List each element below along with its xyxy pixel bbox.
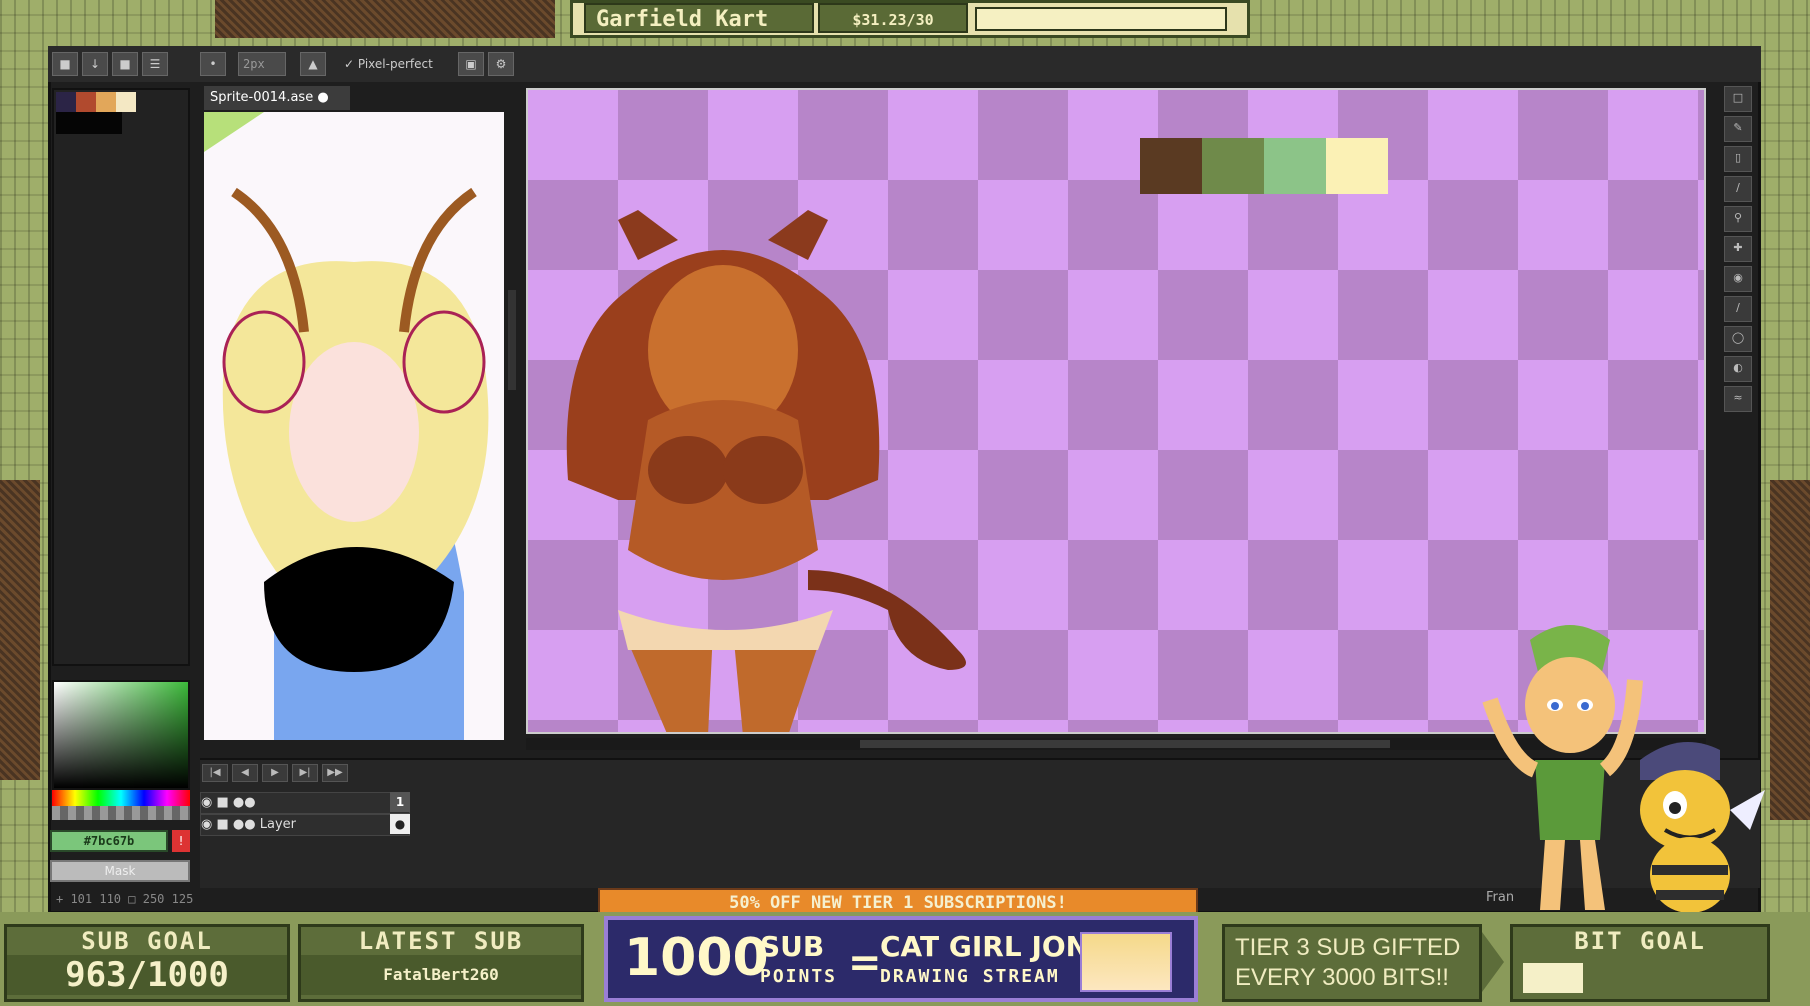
checkbox-icon: ✓ [344, 57, 358, 71]
warning-icon[interactable]: ! [172, 830, 190, 852]
line-tool-icon[interactable]: ∕ [1724, 296, 1752, 322]
reward-line-1: CAT GIRL JON [880, 930, 1090, 963]
layer-row[interactable]: ◉ ■ ●● Layer [200, 814, 410, 836]
last-frame-icon[interactable]: ▶▶ [322, 764, 348, 782]
tool-bar: □ ✎ ▯ ∕ ⚲ ✚ ◉ ∕ ◯ ◐ ≈ [1724, 86, 1752, 412]
eraser-tool-icon[interactable]: ▯ [1724, 146, 1752, 172]
bit-goal-box: BIT GOAL [1510, 924, 1770, 1002]
avatar-bee [1620, 730, 1770, 920]
marquee-tool-icon[interactable]: □ [1724, 86, 1752, 112]
points-sub-word: SUB [760, 930, 825, 963]
arrow-icon [1482, 932, 1504, 992]
points-number: 1000 [624, 928, 769, 988]
donation-amount: $31.23/30 [818, 3, 968, 33]
latest-sub-box: LATEST SUB FatalBert260 [298, 924, 584, 1002]
sub-goal-label: SUB GOAL [81, 927, 213, 955]
blur-tool-icon[interactable]: ≈ [1724, 386, 1752, 412]
status-size: 250 125 [142, 892, 194, 906]
frame-number[interactable]: 1 [390, 792, 410, 812]
donation-progress-bar [975, 7, 1227, 31]
hue-slider[interactable] [52, 790, 190, 806]
brush-size-input[interactable]: 2px [238, 52, 286, 76]
game-title: Garfield Kart [584, 3, 814, 33]
eyedropper-tool-icon[interactable]: ∕ [1724, 176, 1752, 202]
frame-cel[interactable]: ● [390, 814, 410, 834]
scrollbar-thumb[interactable] [860, 740, 1390, 748]
ellipse-tool-icon[interactable]: ◯ [1724, 326, 1752, 352]
avatar-thumbnail [1080, 932, 1172, 992]
lock-icon[interactable]: ■ [216, 817, 228, 832]
sub-goal-box: SUB GOAL 963/1000 [4, 924, 290, 1002]
palette-swatch[interactable] [56, 92, 76, 112]
layer-name: Layer [259, 817, 296, 832]
prev-frame-icon[interactable]: ◀ [232, 764, 258, 782]
pixel-perfect-toggle[interactable]: ✓ Pixel-perfect [344, 52, 433, 76]
play-icon[interactable]: ▶ [262, 764, 288, 782]
stop-icon[interactable]: ■ [112, 52, 138, 76]
latest-sub-label: LATEST SUB [358, 927, 524, 955]
palette-panel [52, 88, 190, 666]
frame-brick-top [215, 0, 555, 38]
palette-chip [1264, 138, 1326, 194]
move-tool-icon[interactable]: ✚ [1724, 236, 1752, 262]
mask-button[interactable]: Mask [50, 860, 190, 882]
first-frame-icon[interactable]: |◀ [202, 764, 228, 782]
color-picker[interactable] [52, 680, 190, 790]
onion-skin-icon[interactable]: ●● [233, 795, 256, 810]
down-arrow-icon[interactable]: ↓ [82, 52, 108, 76]
pixel-perfect-label: Pixel-perfect [357, 57, 433, 71]
frame-brick-right [1770, 480, 1810, 820]
pencil-tool-icon[interactable]: ✎ [1724, 116, 1752, 142]
eye-icon[interactable]: ◉ [201, 795, 212, 810]
points-word: POINTS [760, 966, 838, 987]
palette-chip [1326, 138, 1388, 194]
symmetry-icon[interactable]: ▣ [458, 52, 484, 76]
reward-line-2: DRAWING STREAM [880, 966, 1060, 987]
promo-banner: 50% OFF NEW TIER 1 SUBSCRIPTIONS! [598, 888, 1198, 914]
next-frame-icon[interactable]: ▶| [292, 764, 318, 782]
lock-icon[interactable]: ■ [52, 52, 78, 76]
gear-icon[interactable]: ⚙ [488, 52, 514, 76]
status-bar: + 101 110 □ 250 125 [56, 892, 194, 906]
hex-color-field[interactable]: #7bc67b [50, 830, 168, 852]
tier3-box: TIER 3 SUB GIFTED EVERY 3000 BITS!! [1222, 924, 1482, 1002]
contour-tool-icon[interactable]: ◐ [1724, 356, 1752, 382]
reference-image [204, 112, 504, 740]
status-coords: 101 110 [70, 892, 122, 906]
frame-brick-left [0, 480, 40, 780]
brush-shape-icon[interactable]: • [200, 52, 226, 76]
file-tab[interactable]: Sprite-0014.ase ● [204, 86, 350, 110]
sub-goal-value: 963/1000 [7, 955, 287, 995]
lock-icon[interactable]: ■ [216, 795, 228, 810]
alpha-slider[interactable] [52, 806, 190, 820]
palette-chip [1202, 138, 1264, 194]
bit-goal-label: BIT GOAL [1574, 927, 1706, 955]
eye-icon[interactable]: ◉ [201, 817, 212, 832]
palette-swatch[interactable] [76, 92, 96, 112]
reference-scrollbar[interactable] [508, 290, 516, 390]
tier3-line-1: TIER 3 SUB GIFTED [1235, 934, 1461, 961]
onion-skin-icon[interactable]: ●● [233, 817, 256, 832]
palette-chip [1140, 138, 1202, 194]
canvas-palette-strip [1140, 138, 1388, 194]
tier3-line-2: EVERY 3000 BITS!! [1235, 964, 1449, 991]
bit-goal-progress [1523, 963, 1583, 993]
unsaved-dot-icon: ● [317, 90, 329, 105]
fill-tool-icon[interactable]: ◉ [1724, 266, 1752, 292]
zoom-tool-icon[interactable]: ⚲ [1724, 206, 1752, 232]
equals-sign: = [848, 940, 882, 986]
latest-sub-name: FatalBert260 [301, 955, 581, 995]
file-tab-label: Sprite-0014.ase [210, 90, 314, 105]
empty-swatches [56, 112, 122, 134]
palette-swatch[interactable] [96, 92, 116, 112]
menu-icon[interactable]: ☰ [142, 52, 168, 76]
palette-swatch[interactable] [116, 92, 136, 112]
layer-header-row: ◉ ■ ●● [200, 792, 410, 814]
brush-type-icon[interactable]: ▲ [300, 52, 326, 76]
